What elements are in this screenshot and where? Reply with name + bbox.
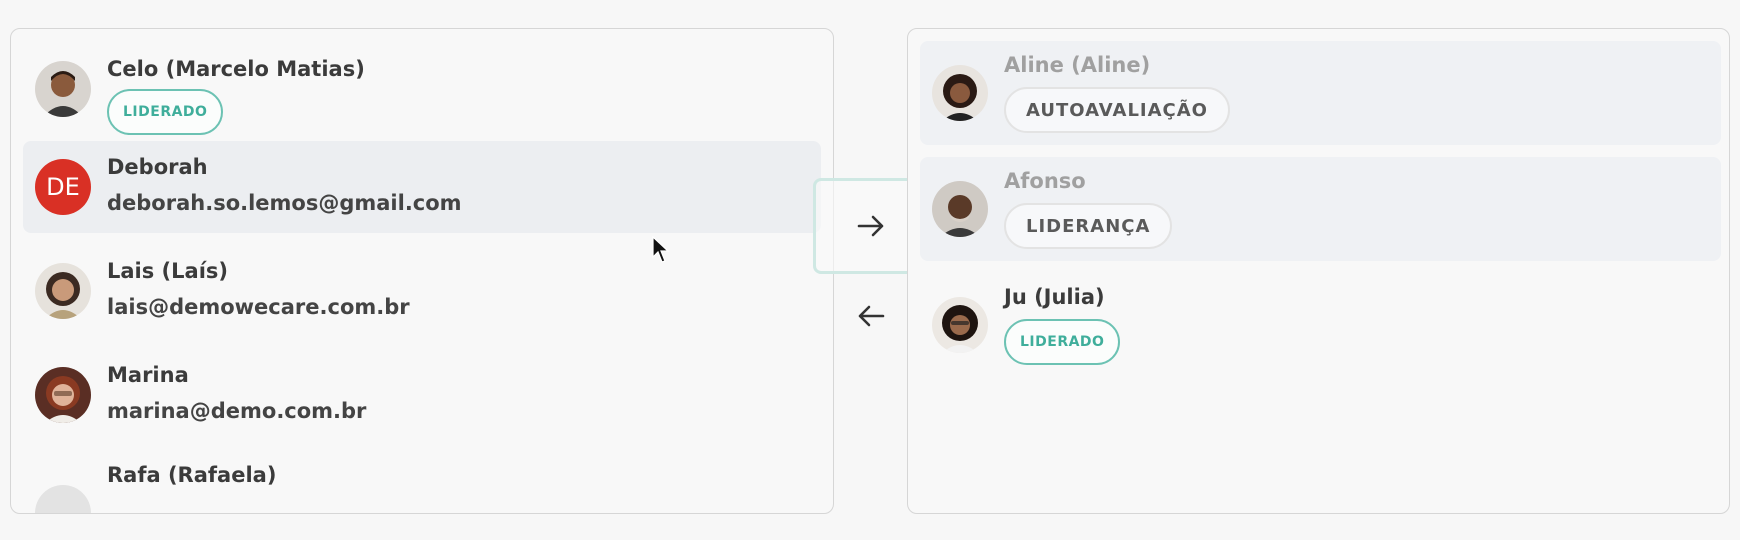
avatar bbox=[932, 65, 988, 121]
available-users-list: Celo (Marcelo Matias) LIDERADO DE Debora… bbox=[10, 28, 834, 514]
avatar bbox=[35, 263, 91, 319]
user-email: deborah.so.lemos@gmail.com bbox=[107, 191, 462, 215]
move-left-button[interactable] bbox=[845, 290, 897, 342]
user-name: Afonso bbox=[1004, 169, 1086, 193]
avatar bbox=[35, 367, 91, 423]
avatar bbox=[35, 61, 91, 117]
user-email: marina@demo.com.br bbox=[107, 399, 367, 423]
user-name: Ju (Julia) bbox=[1004, 285, 1105, 309]
list-item[interactable]: Rafa (Rafaela) bbox=[23, 451, 821, 513]
role-badge: LIDERADO bbox=[1004, 319, 1121, 365]
selected-users-list: Aline (Aline) AUTOAVALIAÇÃO Afonso LIDER… bbox=[907, 28, 1730, 514]
avatar bbox=[932, 297, 988, 353]
user-name: Celo (Marcelo Matias) bbox=[107, 57, 365, 81]
user-name: Deborah bbox=[107, 155, 208, 179]
role-badge: LIDERANÇA bbox=[1004, 203, 1173, 249]
arrow-right-icon bbox=[857, 215, 883, 237]
list-item[interactable]: Lais (Laís) lais@demowecare.com.br bbox=[23, 245, 821, 337]
list-item[interactable]: Celo (Marcelo Matias) LIDERADO bbox=[23, 43, 821, 135]
role-badge: LIDERADO bbox=[107, 89, 224, 135]
list-item[interactable]: Afonso LIDERANÇA bbox=[920, 157, 1721, 261]
user-email: lais@demowecare.com.br bbox=[107, 295, 410, 319]
avatar bbox=[35, 485, 91, 513]
arrow-left-icon bbox=[858, 305, 885, 327]
role-badge: AUTOAVALIAÇÃO bbox=[1004, 87, 1230, 133]
user-name: Rafa (Rafaela) bbox=[107, 463, 277, 487]
user-name: Marina bbox=[107, 363, 189, 387]
avatar: DE bbox=[35, 159, 91, 215]
list-item[interactable]: Aline (Aline) AUTOAVALIAÇÃO bbox=[920, 41, 1721, 145]
user-name: Aline (Aline) bbox=[1004, 53, 1151, 77]
list-item[interactable]: Marina marina@demo.com.br bbox=[23, 349, 821, 441]
avatar bbox=[932, 181, 988, 237]
list-item[interactable]: DE Deborah deborah.so.lemos@gmail.com bbox=[23, 141, 821, 233]
mouse-cursor-icon bbox=[652, 236, 670, 263]
user-name: Lais (Laís) bbox=[107, 259, 229, 283]
list-item[interactable]: Ju (Julia) LIDERADO bbox=[920, 273, 1721, 377]
